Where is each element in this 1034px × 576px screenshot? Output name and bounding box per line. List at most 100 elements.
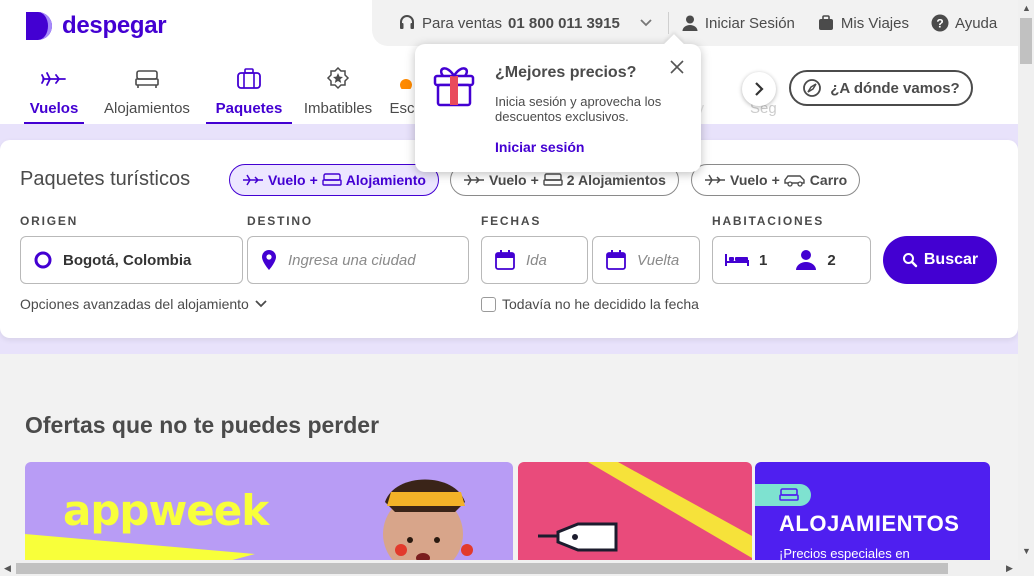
where-to-go-button[interactable]: ¿A dónde vamos? [789, 70, 973, 106]
chip-flight-hotel[interactable]: Vuelo + Alojamiento [229, 164, 439, 196]
search-button-label: Buscar [923, 251, 979, 268]
scroll-right-arrow-icon[interactable]: ▶ [1006, 563, 1013, 574]
advanced-options-toggle[interactable]: Opciones avanzadas del alojamiento [20, 296, 267, 312]
return-date-field[interactable]: Vuelta [592, 236, 700, 284]
offers-title: Ofertas que no te puedes perder [25, 412, 380, 438]
dates-label: FECHAS [481, 214, 542, 228]
logo-text: despegar [62, 12, 167, 39]
destination-field[interactable]: Ingresa una ciudad [247, 236, 469, 284]
divider [667, 12, 669, 34]
nav-next-button[interactable] [742, 72, 776, 106]
chevron-down-icon [255, 300, 267, 308]
depart-placeholder: Ida [526, 251, 547, 269]
help-link[interactable]: ? Ayuda [931, 14, 997, 32]
login-link[interactable]: Iniciar Sesión [681, 14, 795, 32]
search-button[interactable]: Buscar [883, 236, 997, 284]
bed-icon [779, 488, 799, 501]
help-circle-icon: ? [931, 14, 949, 32]
gift-icon [433, 67, 475, 107]
bed-icon [322, 173, 342, 186]
appweek-banner[interactable]: appweek [25, 462, 513, 562]
chip-3-part-1: Vuelo [730, 172, 768, 188]
scroll-up-arrow-icon[interactable]: ▲ [1022, 3, 1031, 13]
badge-star-icon [326, 64, 350, 94]
sales-phone: 01 800 011 3915 [508, 14, 620, 32]
plane-icon [243, 174, 263, 186]
scroll-down-arrow-icon[interactable]: ▼ [1022, 546, 1031, 556]
people-value: 2 [827, 251, 836, 269]
plane-icon [464, 174, 484, 186]
scroll-left-arrow-icon[interactable]: ◀ [4, 563, 11, 574]
rooms-label: HABITACIONES [712, 214, 825, 228]
search-icon [902, 253, 918, 268]
sales-phone-dropdown[interactable]: Para ventas 01 800 011 3915 [398, 14, 652, 32]
bed-icon [543, 173, 563, 186]
chip-1-part-2: Alojamiento [345, 172, 426, 188]
nav-unbeatables-label: Imbatibles [303, 100, 373, 117]
despegar-logo[interactable]: despegar [24, 10, 167, 42]
chip-3-plus: + [771, 172, 780, 188]
popover-body: Inicia sesión y aprovecha los descuentos… [495, 94, 662, 124]
login-promo-popover: ¿Mejores precios? Inicia sesión y aprove… [415, 44, 701, 172]
chip-1-part-1: Vuelo [268, 172, 306, 188]
undecided-date-checkbox[interactable] [481, 296, 496, 312]
nav-accommodations-label: Alojamientos [104, 100, 190, 117]
logo-mark-icon [26, 12, 52, 40]
chip-flight-car[interactable]: Vuelo + Carro [691, 164, 861, 196]
close-icon[interactable] [669, 59, 685, 75]
destination-placeholder: Ingresa una ciudad [288, 251, 416, 269]
vertical-scrollbar-thumb[interactable] [1020, 18, 1032, 64]
compass-icon [803, 79, 822, 97]
nav-flights[interactable]: Vuelos [24, 60, 84, 124]
where-to-go-label: ¿A dónde vamos? [830, 79, 960, 97]
chip-3-part-2: Carro [809, 172, 848, 188]
plane-icon [41, 64, 67, 94]
undecided-date-option[interactable]: Todavía no he decidido la fecha [481, 296, 699, 312]
bed-icon [725, 254, 749, 266]
popover-login-link[interactable]: Iniciar sesión [495, 139, 584, 155]
top-utility-bar: Para ventas 01 800 011 3915 Iniciar Sesi… [372, 0, 1018, 46]
rooms-guests-field[interactable]: 1 2 [712, 236, 871, 284]
nav-packages-label: Paquetes [215, 100, 283, 117]
login-label: Iniciar Sesión [704, 14, 795, 32]
my-trips-label: Mis Viajes [840, 14, 909, 32]
chip-2-part-1: Vuelo [489, 172, 527, 188]
accommodations-banner-title: ALOJAMIENTOS [779, 511, 960, 536]
getaway-icon [392, 64, 412, 94]
chip-2-part-2: 2 Alojamientos [566, 172, 666, 188]
origin-label: ORIGEN [20, 214, 79, 228]
nav-getaways-label: Esc [389, 100, 415, 117]
nav-packages[interactable]: Paquetes [206, 60, 292, 124]
car-icon [784, 175, 805, 187]
origin-value: Bogotá, Colombia [63, 251, 192, 269]
origin-field[interactable]: Bogotá, Colombia [20, 236, 243, 284]
horizontal-scrollbar-thumb[interactable] [16, 563, 948, 574]
nav-accommodations[interactable]: Alojamientos [92, 60, 202, 124]
advanced-options-label: Opciones avanzadas del alojamiento [20, 296, 249, 312]
depart-date-field[interactable]: Ida [481, 236, 588, 284]
origin-circle-icon [34, 251, 52, 269]
headset-icon [400, 15, 414, 29]
vertical-scrollbar[interactable] [1018, 0, 1034, 562]
chip-2-plus: + [530, 172, 539, 188]
plane-icon [705, 174, 725, 186]
product-nav: Vuelos Alojamientos Paquetes Imbatibles … [24, 60, 422, 124]
nav-flights-label: Vuelos [29, 100, 79, 117]
price-tag-illustration [538, 462, 752, 558]
popover-title: ¿Mejores precios? [495, 64, 637, 81]
bed-icon [134, 64, 160, 94]
svg-text:?: ? [936, 17, 943, 31]
my-trips-link[interactable]: Mis Viajes [817, 14, 909, 32]
chip-1-plus: + [309, 172, 318, 188]
chevron-right-icon [755, 82, 764, 96]
search-title: Paquetes turísticos [20, 168, 191, 190]
rooms-value: 1 [759, 251, 768, 269]
accommodations-banner-subtitle: ¡Precios especiales en [779, 546, 910, 561]
nav-unbeatables[interactable]: Imbatibles [294, 60, 382, 124]
accommodations-banner[interactable]: ALOJAMIENTOS ¡Precios especiales en [755, 462, 990, 562]
sales-label: Para ventas [422, 14, 503, 32]
appweek-text: appweek [63, 486, 269, 535]
help-label: Ayuda [954, 14, 998, 32]
deal-tag-banner[interactable] [518, 462, 752, 562]
location-pin-icon [262, 250, 276, 270]
